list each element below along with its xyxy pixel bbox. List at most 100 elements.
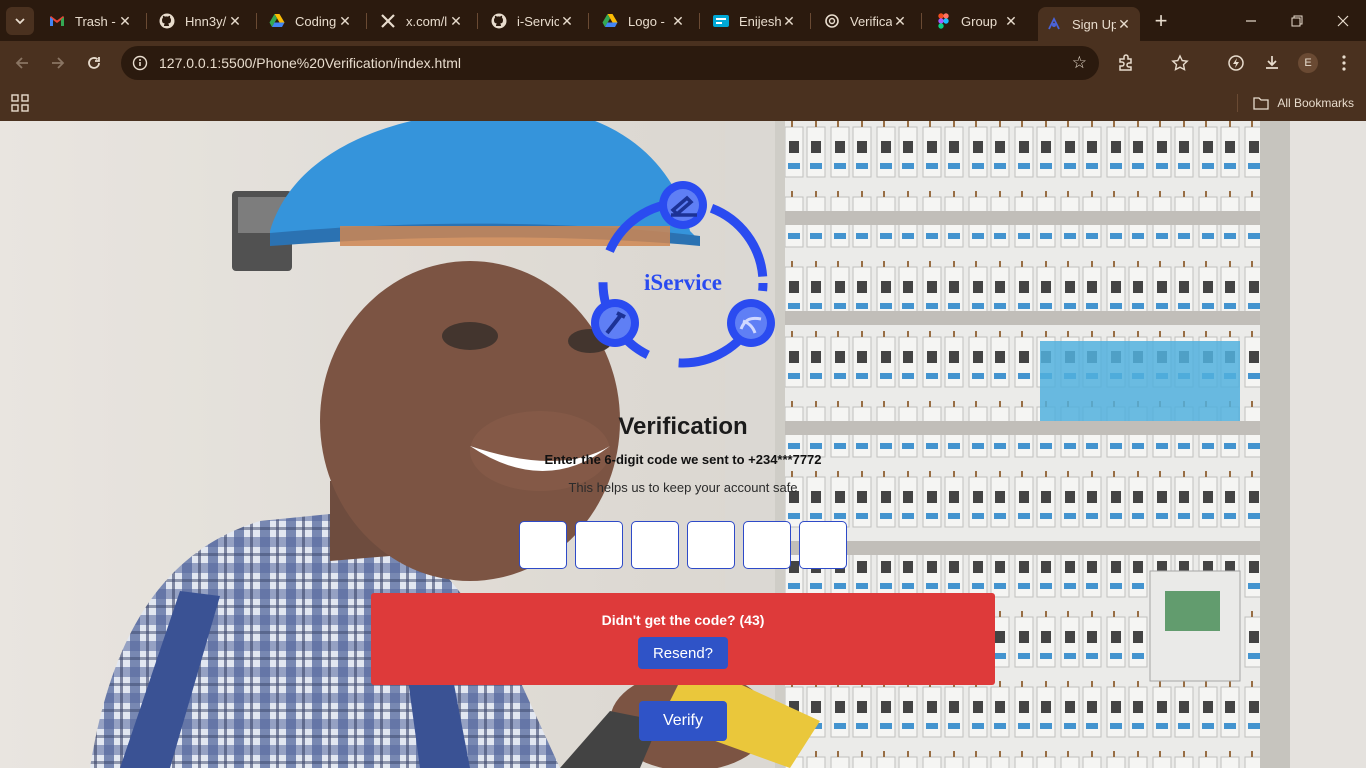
apps-grid-icon[interactable]	[10, 93, 30, 113]
logo-text: iService	[644, 270, 722, 295]
tab-drive-coding[interactable]: Coding ✕	[261, 7, 361, 35]
tab-title: Sign Up	[1072, 16, 1116, 32]
page-title: Verification	[618, 413, 748, 440]
google-drive-icon	[602, 13, 618, 29]
reload-button[interactable]	[80, 49, 108, 77]
security-note: This helps us to keep your account safe	[568, 480, 798, 495]
forward-button[interactable]	[44, 49, 72, 77]
tab-separator	[699, 13, 700, 29]
download-icon[interactable]	[1258, 49, 1286, 77]
tab-title: Logo -	[628, 13, 665, 29]
openai-icon	[824, 13, 840, 29]
tab-github-iservice[interactable]: i-Servic ✕	[483, 7, 583, 35]
otp-digit-2[interactable]	[575, 521, 623, 569]
figma-icon	[935, 13, 951, 29]
close-icon[interactable]: ✕	[1003, 13, 1019, 29]
tab-verification[interactable]: Verifica ✕	[816, 7, 916, 35]
tab-search-button[interactable]	[6, 7, 34, 35]
otp-digit-6[interactable]	[799, 521, 847, 569]
site-info-icon[interactable]	[123, 46, 157, 80]
tab-strip: Trash - ✕ Hnn3y/ ✕ Coding ✕ x.com/l ✕ i-…	[0, 0, 1366, 41]
favorites-icon[interactable]	[1166, 49, 1194, 77]
minimize-button[interactable]	[1228, 0, 1274, 41]
tab-title: Trash -	[75, 13, 116, 29]
restore-icon	[1291, 15, 1303, 26]
tab-title: Coding	[295, 13, 337, 29]
close-icon[interactable]: ✕	[559, 13, 575, 29]
tab-gmail[interactable]: Trash - ✕	[41, 7, 141, 35]
instruction-text: Enter the 6-digit code we sent to +234**…	[544, 452, 822, 467]
minimize-icon	[1246, 19, 1256, 22]
tab-separator	[588, 13, 589, 29]
bookmarks-bar: All Bookmarks	[0, 85, 1366, 121]
otp-digit-3[interactable]	[631, 521, 679, 569]
close-icon[interactable]: ✕	[227, 13, 243, 29]
page-viewport: iService Verification Enter the 6-digit …	[0, 121, 1366, 768]
close-icon[interactable]: ✕	[892, 13, 908, 29]
tab-separator	[810, 13, 811, 29]
tab-enijeshi[interactable]: Enijeshi ✕	[705, 7, 805, 35]
tab-x[interactable]: x.com/l ✕	[372, 7, 472, 35]
resend-countdown-text: Didn't get the code? (43)	[601, 612, 765, 628]
close-icon[interactable]: ✕	[448, 13, 464, 29]
page-icon	[1046, 16, 1062, 32]
resend-button[interactable]: Resend?	[638, 637, 728, 669]
bookmarks-separator	[1237, 94, 1238, 112]
google-drive-icon	[269, 13, 285, 29]
tab-separator	[256, 13, 257, 29]
avatar: E	[1298, 53, 1318, 73]
tab-separator	[921, 13, 922, 29]
close-window-button[interactable]	[1320, 0, 1366, 41]
otp-code-inputs	[519, 521, 847, 569]
close-icon[interactable]: ✕	[1116, 16, 1132, 32]
tab-github-hnn3y[interactable]: Hnn3y/ ✕	[151, 7, 251, 35]
verify-button[interactable]: Verify	[639, 701, 727, 741]
tab-drive-logo[interactable]: Logo - ✕	[594, 7, 694, 35]
extensions-icon[interactable]	[1112, 49, 1140, 77]
tab-title: Hnn3y/	[185, 13, 227, 29]
tab-title: i-Servic	[517, 13, 559, 29]
generic-site-icon	[713, 13, 729, 29]
close-icon[interactable]: ✕	[781, 13, 797, 29]
address-bar[interactable]: 127.0.0.1:5500/Phone%20Verification/inde…	[121, 46, 1099, 80]
tab-title: Enijeshi	[739, 13, 781, 29]
back-button[interactable]	[8, 49, 36, 77]
gmail-icon	[49, 13, 65, 29]
tab-separator	[366, 13, 367, 29]
kebab-menu-icon	[1342, 55, 1346, 71]
tab-sign-up[interactable]: Sign Up ✕	[1038, 7, 1140, 41]
close-icon	[1337, 15, 1349, 26]
chevron-down-icon	[15, 18, 25, 25]
verification-section: iService Verification Enter the 6-digit …	[0, 121, 1366, 768]
arrow-right-icon	[52, 57, 65, 69]
otp-digit-5[interactable]	[743, 521, 791, 569]
otp-digit-1[interactable]	[519, 521, 567, 569]
folder-icon	[1253, 97, 1269, 110]
bookmark-star-icon[interactable]: ☆	[1072, 53, 1087, 73]
tab-figma-group[interactable]: Group ✕	[927, 7, 1027, 35]
browser-toolbar: 127.0.0.1:5500/Phone%20Verification/inde…	[0, 41, 1366, 85]
all-bookmarks-label: All Bookmarks	[1277, 96, 1354, 110]
resend-panel: Didn't get the code? (43) Resend?	[371, 593, 995, 685]
performance-icon[interactable]	[1222, 49, 1250, 77]
github-icon	[491, 13, 507, 29]
tab-title: x.com/l	[406, 13, 448, 29]
iservice-logo: iService	[591, 181, 775, 368]
new-tab-button[interactable]: +	[1148, 8, 1174, 34]
restore-button[interactable]	[1274, 0, 1320, 41]
close-icon[interactable]: ✕	[117, 13, 133, 29]
tab-separator	[146, 13, 147, 29]
reload-icon	[88, 57, 100, 69]
x-icon	[380, 13, 396, 29]
menu-button[interactable]	[1330, 49, 1358, 77]
url-text[interactable]: 127.0.0.1:5500/Phone%20Verification/inde…	[159, 55, 461, 71]
otp-digit-4[interactable]	[687, 521, 735, 569]
profile-button[interactable]: E	[1294, 49, 1322, 77]
tab-title: Verifica	[850, 13, 892, 29]
github-icon	[159, 13, 175, 29]
all-bookmarks-button[interactable]: All Bookmarks	[1253, 91, 1354, 115]
tab-title: Group	[961, 13, 998, 29]
arrow-left-icon	[15, 57, 28, 69]
close-icon[interactable]: ✕	[337, 13, 353, 29]
close-icon[interactable]: ✕	[670, 13, 686, 29]
